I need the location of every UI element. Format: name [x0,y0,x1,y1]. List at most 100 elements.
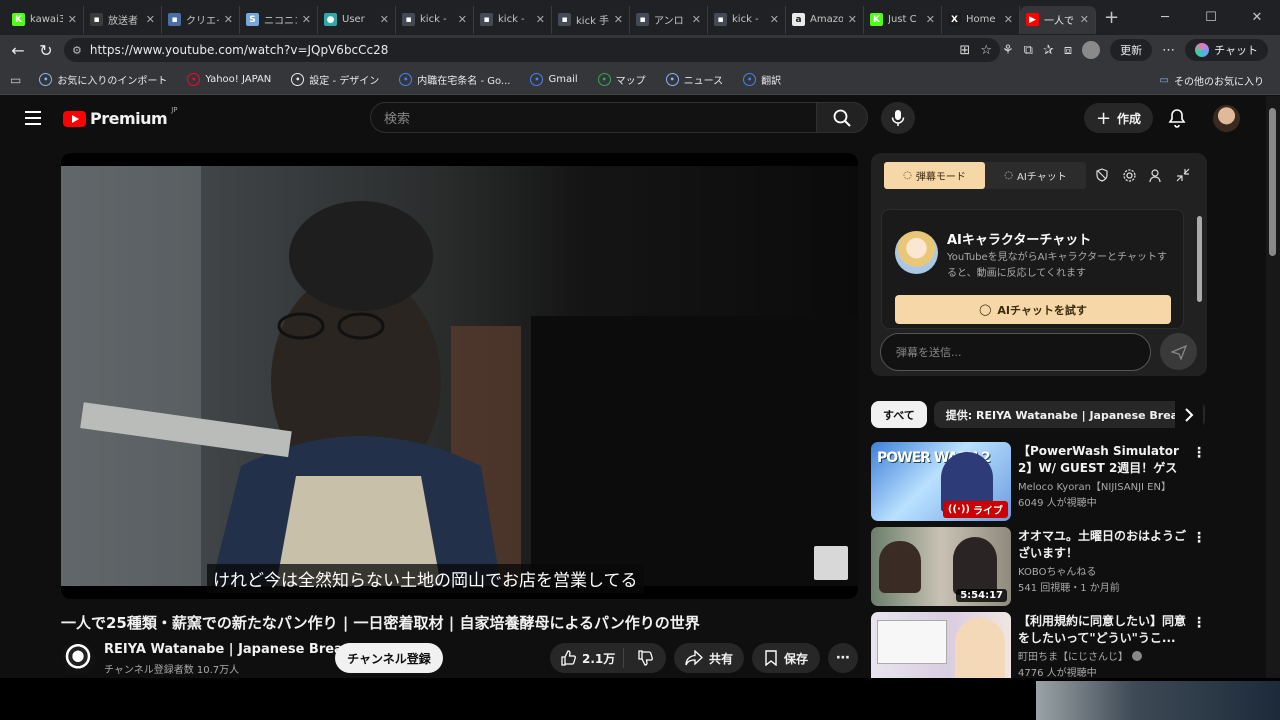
browser-tab[interactable]: a Amazo ✕ [786,5,864,34]
chip-channel[interactable]: 提供: REIYA Watanabe | Japanese Breads [933,401,1205,428]
create-button[interactable]: + 作成 [1084,103,1153,133]
browser-tab[interactable]: X Home ✕ [942,5,1020,34]
channel-watermark[interactable] [814,546,848,580]
browser-tab[interactable]: ● User ✕ [318,5,396,34]
scrollbar-thumb[interactable] [1269,108,1276,256]
chip-all[interactable]: すべて [871,401,927,428]
tab-close-icon[interactable]: ✕ [926,13,935,26]
like-button[interactable]: 2.1万 [550,648,624,668]
update-button[interactable]: 更新 [1110,39,1153,61]
reload-icon[interactable]: ↻ [32,41,60,60]
more-vert-icon[interactable]: ⋮ [1192,614,1206,632]
browser-tab[interactable]: ▪ kick - ✕ [708,5,786,34]
video-title[interactable]: 【利用規約に同意したい】同意をしたいって"どうい"うこ... [1018,613,1186,647]
profile-avatar[interactable] [1082,41,1101,59]
tab-close-icon[interactable]: ✕ [1080,13,1089,26]
bookmark-item[interactable]: • Yahoo! JAPAN [187,72,271,87]
collections-icon[interactable]: ⧈ [1064,43,1072,58]
minimize-icon[interactable]: ─ [1142,0,1188,35]
browser-tab[interactable]: ▪ kick 手 ✕ [552,5,630,34]
dislike-button[interactable] [624,650,666,666]
video-title[interactable]: 【PowerWash Simulator 2】W/ GUEST 2週目！ゲストあ… [1018,443,1186,477]
new-tab-button[interactable]: + [1104,7,1119,28]
tab-close-icon[interactable]: ✕ [1004,13,1013,26]
other-bookmarks[interactable]: ▭ その他のお気に入り [1160,65,1264,95]
browser-tab[interactable]: ▪ kick - ✕ [396,5,474,34]
settings-gear-icon[interactable] [1120,166,1138,184]
browser-tab[interactable]: ▪ アンロ ✕ [630,5,708,34]
channel-name[interactable]: REIYA Watanabe | Japanese Breads [104,642,360,657]
video-thumbnail[interactable]: 5:54:17 [871,527,1011,606]
tab-close-icon[interactable]: ✕ [68,13,77,26]
tab-close-icon[interactable]: ✕ [380,13,389,26]
tab-close-icon[interactable]: ✕ [224,13,233,26]
send-button[interactable] [1160,333,1197,370]
favorites-icon[interactable]: ✰ [1043,43,1054,58]
favorite-star-icon[interactable]: ☆ [980,43,992,58]
tab-close-icon[interactable]: ✕ [692,13,701,26]
search-button[interactable] [816,102,868,133]
video-title[interactable]: オオマユ。土曜日のおはようございます！ [1018,528,1186,562]
user-settings-icon[interactable] [1147,166,1165,184]
tab-close-icon[interactable]: ✕ [848,13,857,26]
account-avatar[interactable] [1213,105,1240,132]
copilot-chat-button[interactable]: チャット [1185,39,1268,61]
more-actions-button[interactable]: ⋯ [828,643,858,673]
bookmark-item[interactable]: • マップ [597,72,646,87]
voice-search-button[interactable] [881,102,915,134]
share-button[interactable]: 共有 [674,643,744,673]
youtube-logo[interactable]: Premium JP [63,106,177,128]
tab-close-icon[interactable]: ✕ [770,13,779,26]
page-scrollbar[interactable] [1266,96,1280,678]
extensions-icon[interactable]: ⚘ [1002,43,1014,58]
collapse-icon[interactable] [1174,166,1192,184]
tab-close-icon[interactable]: ✕ [302,13,311,26]
notifications-button[interactable] [1165,106,1189,130]
chevron-right-icon[interactable] [1175,401,1203,428]
close-icon[interactable]: ✕ [1234,0,1280,35]
tab-danmaku-mode[interactable]: ◌ 弾幕モード [884,162,985,189]
app-icon[interactable]: ⊞ [959,43,970,58]
bookmark-item[interactable]: • お気に入りのインポート [39,72,167,87]
browser-tab[interactable]: Kkawai3 ✕ [6,5,84,34]
bookmark-item[interactable]: • 設定 - デザイン [291,72,379,87]
scrollbar-thumb[interactable] [1197,216,1202,302]
site-info-icon[interactable]: ⚙ [72,44,82,57]
menu-icon[interactable] [25,111,41,125]
try-ai-chat-button[interactable]: ◯ AIチャットを試す [895,295,1171,324]
browser-tab[interactable]: K Just C ✕ [864,5,942,34]
bookmark-item[interactable]: • 内職在宅条名 - Go... [399,72,510,87]
tab-close-icon[interactable]: ✕ [614,13,623,26]
tab-close-icon[interactable]: ✕ [146,13,155,26]
browser-tab[interactable]: ▪ クリエイ ✕ [162,5,240,34]
maximize-icon[interactable]: ☐ [1188,0,1234,35]
more-vert-icon[interactable]: ⋮ [1192,529,1206,547]
video-thumbnail[interactable]: POWER WASH 2 ((·)) ライブ [871,442,1011,521]
split-screen-icon[interactable]: ⧉ [1024,43,1033,58]
list-item[interactable]: 5:54:17 オオマユ。土曜日のおはようございます！ KOBOちゃんねる 54… [871,527,1207,607]
chat-scrollbar[interactable] [1197,208,1202,318]
save-button[interactable]: 保存 [752,643,820,673]
video-player[interactable]: けれど今は全然知らない土地の岡山でお店を営業してる [61,153,858,599]
back-icon[interactable]: ← [4,41,32,60]
browser-tab[interactable]: ▪ 放送者 ✕ [84,5,162,34]
browser-tab[interactable]: S ニコニコ ✕ [240,5,318,34]
list-item[interactable]: POWER WASH 2 ((·)) ライブ 【PowerWash Simulat… [871,442,1207,522]
tab-close-icon[interactable]: ✕ [536,13,545,26]
more-vert-icon[interactable]: ⋮ [1192,444,1206,462]
tab-close-icon[interactable]: ✕ [458,13,467,26]
subscribe-button[interactable]: チャンネル登録 [335,643,443,673]
bookmark-item[interactable]: • 翻訳 [743,72,781,87]
bookmark-item[interactable]: • ニュース [665,72,723,87]
channel-avatar[interactable] [61,641,95,675]
browser-tab[interactable]: ▪ kick - ✕ [474,5,552,34]
browser-tab[interactable]: ▶ 一人で ✕ [1020,5,1096,34]
search-input[interactable]: 検索 [370,102,816,133]
bookmark-item[interactable]: • Gmail [530,72,578,87]
block-icon[interactable] [1093,166,1111,184]
danmaku-input[interactable]: 弾幕を送信... [880,333,1151,371]
address-bar[interactable]: ⚙ https://www.youtube.com/watch?v=JQpV6b… [64,38,1000,62]
tab-ai-chat[interactable]: ◌ AIチャット [985,162,1086,189]
reading-list-icon[interactable]: ▭ [10,73,21,87]
more-menu-icon[interactable]: ⋯ [1162,43,1175,58]
